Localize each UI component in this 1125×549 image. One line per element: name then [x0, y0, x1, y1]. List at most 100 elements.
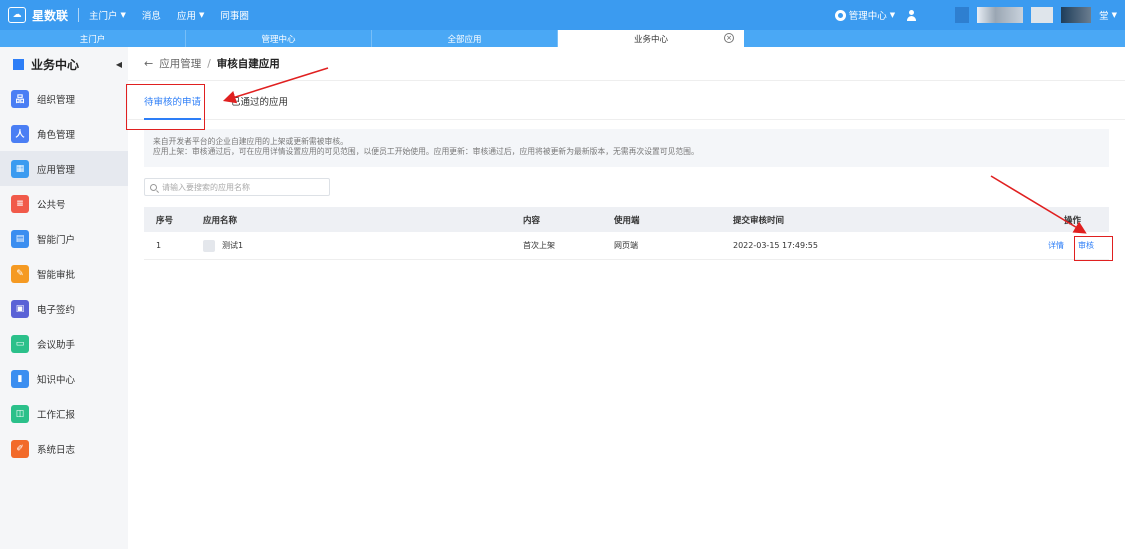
role-icon: 人	[11, 124, 29, 143]
sidebar-item-report[interactable]: ◫ 工作汇报	[0, 396, 128, 431]
caret-down-icon: ▼	[889, 11, 896, 19]
breadcrumb: ← 应用管理 / 审核自建应用	[128, 47, 1125, 81]
info-notice: 来自开发者平台的企业自建应用的上架或更新需被审核。 应用上架：审核通过后，可在应…	[144, 129, 1109, 167]
nav-label: 应用	[176, 11, 196, 22]
column-header: 提交审核时间	[733, 215, 785, 226]
approval-icon: ✎	[11, 264, 29, 283]
tab-label: 主门户	[79, 34, 106, 45]
page-tab-business-center[interactable]: 业务中心 ×	[558, 30, 744, 47]
sidebar-item-org[interactable]: 品组织管理	[0, 81, 128, 116]
building-icon	[13, 58, 24, 70]
sidebar-item-meeting[interactable]: ▭ 会议助手	[0, 326, 128, 361]
column-header: 使用端	[614, 215, 640, 226]
row-index: 1	[156, 241, 162, 250]
search-icon	[150, 183, 157, 191]
table-row: 1 测试1 首次上架 网页端 2022-03-15 17:49:55 详情 审核	[144, 232, 1109, 260]
tab-label: 管理中心	[261, 34, 296, 45]
nav-label: 主门户	[89, 11, 118, 22]
page-title: 审核自建应用	[216, 58, 280, 70]
review-table: 序号 应用名称 内容 使用端 提交审核时间 操作 1 测试1 首次上架 网页端 …	[144, 207, 1109, 260]
user-info-redacted	[977, 7, 1024, 23]
page-tabs: 主门户 管理中心 全部应用 业务中心 ×	[0, 30, 1125, 47]
table-header: 序号 应用名称 内容 使用端 提交审核时间 操作	[144, 207, 1109, 232]
column-header: 应用名称	[203, 215, 238, 226]
top-navbar: ☁ 星数联 主门户 ▼ 消息 应用 ▼ 同事圈 管理中心 ▼ 堂 ▼	[0, 0, 1125, 30]
user-info-redacted	[1031, 7, 1054, 23]
user-menu[interactable]: 堂 ▼	[1099, 8, 1117, 22]
user-name: 堂	[1099, 11, 1109, 22]
notice-line: 应用上架：审核通过后，可在应用详情设置应用的可见范围，以便员工开始使用。应用更新…	[153, 147, 699, 156]
submit-time-cell: 2022-03-15 17:49:55	[733, 241, 818, 250]
sidebar: 业务中心 ◀ 品组织管理 人角色管理 ▦ 应用管理 ≡ 公共号 ▤ 智能门户 ✎ 智能审…	[0, 47, 128, 549]
page-tab-all-apps[interactable]: 全部应用	[372, 30, 558, 47]
annotation-box-pending-tab	[126, 84, 205, 130]
sidebar-item-role[interactable]: 人角色管理	[0, 116, 128, 151]
column-header: 操作	[1063, 215, 1081, 226]
content-cell: 首次上架	[523, 241, 555, 250]
app-icon: ▦	[11, 159, 29, 178]
search-input[interactable]: 请输入要搜索的应用名称	[144, 178, 330, 196]
search-placeholder: 请输入要搜索的应用名称	[162, 182, 250, 192]
nav-colleague-circle[interactable]: 同事圈	[220, 8, 249, 22]
sidebar-item-label: 组织管理	[37, 94, 76, 106]
sidebar-item-label: 智能审批	[37, 269, 76, 281]
sidebar-item-approval[interactable]: ✎ 智能审批	[0, 256, 128, 291]
app-thumbnail-icon	[203, 239, 215, 252]
nav-messages[interactable]: 消息	[142, 8, 161, 22]
column-header: 内容	[523, 215, 541, 226]
sidebar-item-label: 工作汇报	[37, 409, 76, 421]
contacts-icon[interactable]	[907, 9, 921, 21]
sidebar-header: 业务中心 ◀	[0, 47, 128, 81]
page-tab-admin-center[interactable]: 管理中心	[186, 30, 372, 47]
breadcrumb-separator: /	[207, 57, 211, 70]
admin-center-label: 管理中心	[848, 11, 887, 22]
caret-down-icon: ▼	[198, 11, 205, 19]
knowledge-icon: ▮	[11, 369, 29, 388]
sidebar-item-label: 系统日志	[37, 444, 76, 456]
tab-label: 业务中心	[633, 34, 668, 45]
close-icon[interactable]: ×	[724, 33, 734, 43]
nav-label: 消息	[141, 11, 161, 22]
sidebar-item-portal[interactable]: ▤ 智能门户	[0, 221, 128, 256]
app-name-cell: 测试1	[203, 239, 523, 252]
collapse-icon[interactable]: ◀	[116, 60, 122, 69]
sidebar-item-knowledge[interactable]: ▮ 知识中心	[0, 361, 128, 396]
details-link[interactable]: 详情	[1048, 240, 1064, 251]
caret-down-icon: ▼	[1111, 11, 1117, 19]
page-tab-main-portal[interactable]: 主门户	[0, 30, 186, 47]
org-icon: 品	[11, 89, 29, 108]
sidebar-item-esign[interactable]: ▣ 电子签约	[0, 291, 128, 326]
sidebar-item-log[interactable]: ✐ 系统日志	[0, 431, 128, 466]
caret-down-icon: ▼	[120, 11, 126, 19]
app-name: 测试1	[222, 241, 244, 250]
brand-logo[interactable]: ☁ 星数联	[0, 0, 68, 30]
sidebar-item-label: 公共号	[37, 199, 66, 211]
cloud-icon: ☁	[8, 7, 26, 23]
review-tabs: 待审核的申请 已通过的应用	[128, 82, 1125, 120]
nav-main-portal[interactable]: 主门户 ▼	[89, 8, 126, 22]
sidebar-item-apps[interactable]: ▦ 应用管理	[0, 151, 128, 186]
annotation-box-review-link	[1074, 236, 1113, 261]
meeting-icon: ▭	[11, 334, 29, 353]
breadcrumb-parent[interactable]: 应用管理	[159, 56, 201, 71]
avatar[interactable]	[955, 7, 970, 23]
admin-center-menu[interactable]: 管理中心 ▼	[834, 8, 896, 22]
sidebar-item-public-account[interactable]: ≡ 公共号	[0, 186, 128, 221]
divider	[78, 8, 80, 22]
sidebar-title: 业务中心	[31, 57, 80, 72]
back-arrow-icon[interactable]: ←	[144, 57, 153, 70]
top-right-tools: 管理中心 ▼ 堂 ▼	[834, 0, 1117, 30]
esign-icon: ▣	[11, 299, 29, 318]
tab-approved-apps[interactable]: 已通过的应用	[231, 82, 288, 120]
client-cell: 网页端	[614, 241, 638, 250]
nav-label: 同事圈	[220, 11, 249, 22]
sidebar-item-label: 角色管理	[37, 129, 76, 141]
nav-apps[interactable]: 应用 ▼	[177, 8, 204, 22]
report-icon: ◫	[11, 404, 29, 423]
user-info-redacted	[1061, 7, 1092, 23]
sidebar-item-label: 知识中心	[37, 374, 76, 386]
sidebar-item-label: 电子签约	[37, 304, 76, 316]
portal-icon: ▤	[11, 229, 29, 248]
log-icon: ✐	[11, 439, 29, 458]
public-account-icon: ≡	[11, 194, 29, 213]
